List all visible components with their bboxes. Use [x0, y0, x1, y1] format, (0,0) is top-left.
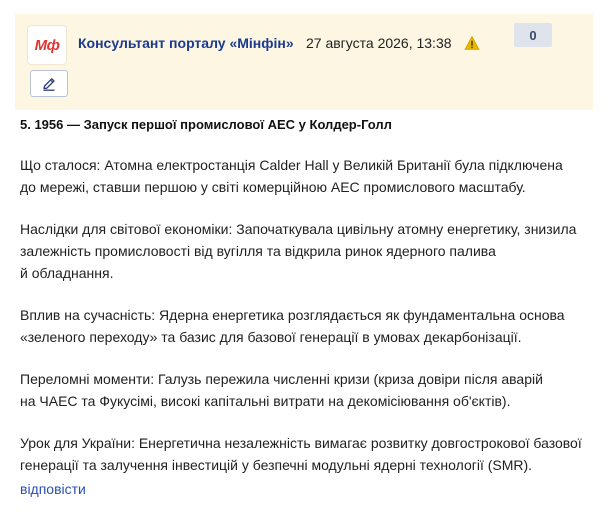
paragraph-line: й обладнання.	[20, 265, 114, 281]
comment-paragraph: Переломні моменти: Галузь пережила числе…	[20, 368, 595, 412]
rating-counter[interactable]: 0	[514, 23, 552, 47]
comment-paragraph: Вплив на сучасність: Ядерна енергетика р…	[20, 304, 595, 348]
paragraph-line: Що сталося: Атомна електростанція Calder…	[20, 157, 563, 173]
paragraph-line: «зеленого переходу» та базис для базової…	[20, 329, 522, 345]
comment-paragraph: Що сталося: Атомна електростанція Calder…	[20, 154, 595, 198]
paragraph-line: на ЧАЕС та Фукусімі, високі капітальні в…	[20, 393, 511, 409]
paragraph-line: Наслідки для світової економіки: Започат…	[20, 221, 577, 237]
comment-post: Мф Консультант порталу «Мінфін» 27 авгус…	[0, 0, 610, 512]
comment-datetime: 27 августа 2026, 13:38	[306, 35, 452, 51]
rating-value: 0	[529, 27, 537, 43]
comment-body: 5. 1956 — Запуск першої промислової АЕС …	[20, 114, 595, 496]
comment-paragraph: Наслідки для світової економіки: Започат…	[20, 218, 595, 284]
comment-paragraph: Урок для України: Енергетична незалежніс…	[20, 432, 595, 476]
paragraph-line: Переломні моменти: Галузь пережила числе…	[20, 371, 543, 387]
reply-link[interactable]: відповісти	[20, 481, 86, 497]
comment-header: Мф Консультант порталу «Мінфін» 27 авгус…	[15, 14, 593, 110]
paragraph-line: до мережі, ставши першою у світі комерці…	[20, 179, 526, 195]
paragraph-line: Вплив на сучасність: Ядерна енергетика р…	[20, 307, 565, 323]
paragraph-line: залежність промисловості від вугілля та …	[20, 243, 496, 259]
author-name-link[interactable]: Консультант порталу «Мінфін»	[78, 35, 294, 51]
comment-paragraphs: Що сталося: Атомна електростанція Calder…	[20, 154, 595, 476]
pencil-icon	[43, 77, 55, 91]
author-avatar[interactable]: Мф	[28, 26, 66, 64]
comment-title: 5. 1956 — Запуск першої промислової АЕС …	[20, 117, 392, 132]
warning-icon[interactable]	[464, 35, 480, 51]
edit-button[interactable]	[30, 70, 68, 97]
paragraph-line: Урок для України: Енергетична незалежніс…	[20, 435, 582, 451]
paragraph-line: генерації та залучення інвестицій у безп…	[20, 457, 533, 473]
logo-text: Мф	[34, 36, 60, 54]
